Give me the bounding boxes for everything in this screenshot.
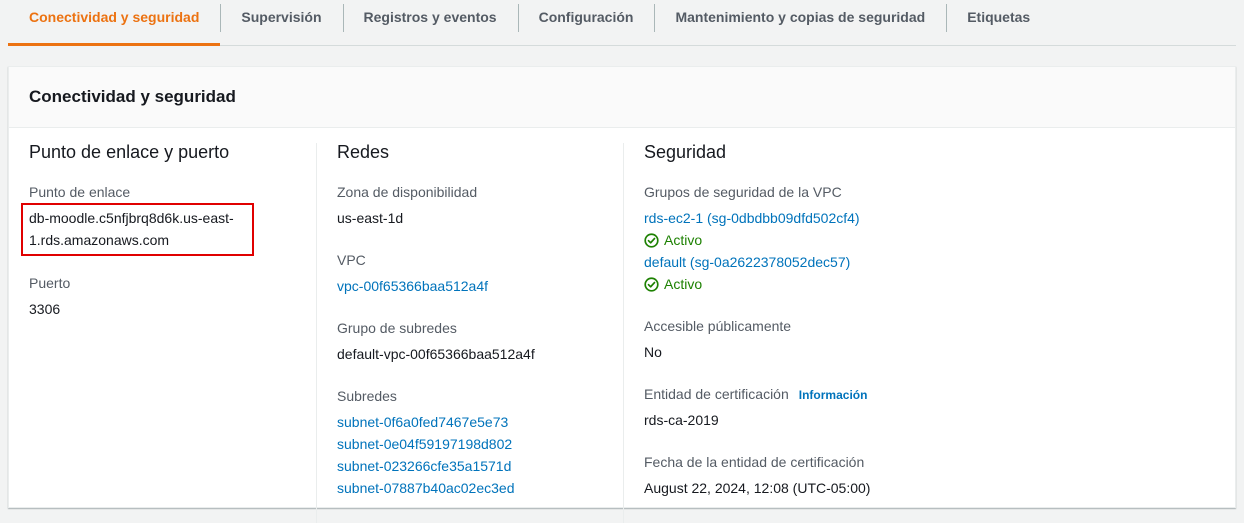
tab-connectivity-security[interactable]: Conectividad y seguridad [8,0,221,46]
check-circle-icon [644,276,659,292]
port-value: 3306 [29,301,61,317]
status-badge: Activo [644,276,702,292]
subnet-link[interactable]: subnet-0e04f59197198d802 [337,436,512,452]
public-access-label: Accesible públicamente [644,318,792,334]
connectivity-security-panel: Conectividad y seguridad Punto de enlace… [8,66,1236,523]
vpc-label: VPC [337,252,366,268]
check-circle-icon [644,232,659,248]
subnets-label: Subredes [337,388,397,404]
security-section-title: Seguridad [644,142,727,162]
column-divider [623,143,624,523]
column-divider [316,143,317,523]
security-group-link[interactable]: default (sg-0a2622378052dec57) [644,254,850,270]
network-section-title: Redes [337,142,390,162]
az-label: Zona de disponibilidad [337,184,478,200]
tab-label: Mantenimiento y copias de seguridad [675,8,926,25]
tab-label: Configuración [538,8,634,25]
subnet-link[interactable]: subnet-0f6a0fed7467e5e73 [337,414,508,430]
tab-logs-events[interactable]: Registros y eventos [342,0,518,45]
tab-label: Etiquetas [967,8,1031,25]
az-value: us-east-1d [337,210,404,226]
security-group-link[interactable]: rds-ec2-1 (sg-0dbdbb09dfd502cf4) [644,210,860,226]
ca-value: rds-ca-2019 [644,412,719,428]
subnet-group-value: default-vpc-00f65366baa512a4f [337,346,535,362]
endpoint-label: Punto de enlace [29,184,131,200]
ca-info-link[interactable]: Información [799,388,868,402]
port-label: Puerto [29,275,71,291]
subnet-link[interactable]: subnet-023266cfe35a1571d [337,458,511,474]
public-access-value: No [644,344,662,360]
ca-date-label: Fecha de la entidad de certificación [644,454,865,470]
tab-bar: Conectividad y seguridad Supervisión Reg… [8,0,1236,46]
status-text: Activo [664,232,703,248]
tab-label: Supervisión [241,8,322,25]
security-groups-label: Grupos de seguridad de la VPC [644,184,842,200]
tab-label: Registros y eventos [363,8,497,25]
ca-label-text: Entidad de certificación [644,386,789,402]
vpc-link[interactable]: vpc-00f65366baa512a4f [337,278,488,294]
tab-maintenance-backups[interactable]: Mantenimiento y copias de seguridad [654,0,946,45]
tab-tags[interactable]: Etiquetas [946,0,1051,45]
endpoint-section-title: Punto de enlace y puerto [29,142,230,162]
status-badge: Activo [644,232,702,248]
panel-title: Conectividad y seguridad [29,87,236,106]
tab-configuration[interactable]: Configuración [517,0,655,45]
tab-monitoring[interactable]: Supervisión [220,0,342,45]
panel-header: Conectividad y seguridad [9,67,1235,128]
subnet-group-label: Grupo de subredes [337,320,457,336]
status-text: Activo [664,276,703,292]
ca-label: Entidad de certificación Información [644,386,867,402]
subnet-link[interactable]: subnet-07887b40ac02ec3ed [337,480,515,496]
ca-date-value: August 22, 2024, 12:08 (UTC-05:00) [644,480,871,496]
tab-label: Conectividad y seguridad [29,8,200,25]
endpoint-highlight-box [21,203,254,256]
